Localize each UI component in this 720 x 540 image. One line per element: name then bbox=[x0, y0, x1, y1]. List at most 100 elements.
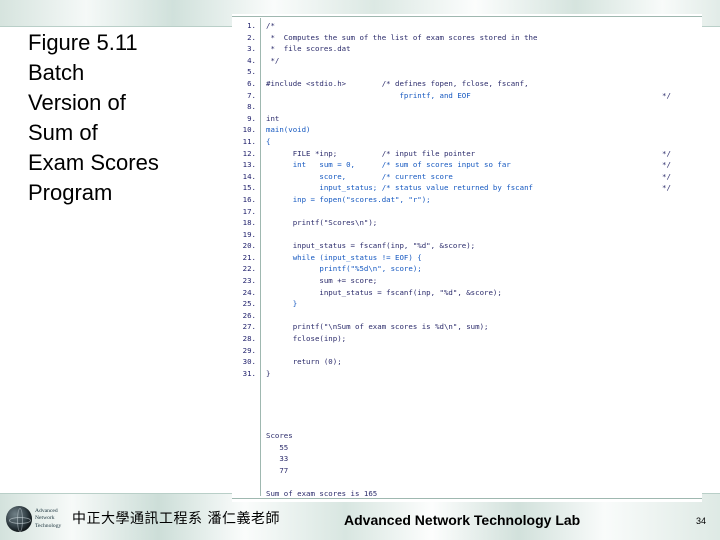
code-line: 17. bbox=[232, 206, 702, 218]
program-output: Scores 55 33 77 Sum of exam scores is 16… bbox=[266, 431, 378, 498]
code-listing: 1. /* 2. * Computes the sum of the list of… bbox=[232, 20, 702, 379]
code-comment-terminator: */ bbox=[662, 171, 671, 181]
line-number: 15. bbox=[242, 183, 256, 193]
line-number: 27. bbox=[242, 322, 256, 332]
code-comment-terminator: */ bbox=[662, 160, 671, 170]
globe-icon bbox=[6, 506, 32, 532]
code-line: 24. input_status = fscanf(inp, "%d", &sc… bbox=[232, 287, 702, 299]
line-number: 13. bbox=[242, 160, 256, 170]
code-text: fclose(inp); bbox=[266, 334, 347, 344]
code-text: fprintf, and EOF bbox=[266, 90, 471, 100]
code-text: int bbox=[266, 113, 280, 123]
line-number: 25. bbox=[242, 299, 256, 309]
footer-chinese-text: 中正大學通訊工程系 潘仁義老師 bbox=[72, 511, 280, 527]
code-line: 12. FILE *inp; /* input file pointer */ bbox=[232, 148, 702, 160]
code-text: } bbox=[266, 299, 298, 309]
code-line: 8. bbox=[232, 101, 702, 113]
line-number: 10. bbox=[242, 125, 256, 135]
code-text: score, /* current score bbox=[266, 171, 453, 181]
code-comment-terminator: */ bbox=[662, 183, 671, 193]
code-comment-terminator: */ bbox=[662, 90, 671, 100]
code-text: while (input_status != EOF) { bbox=[266, 252, 422, 262]
page-title: Figure 5.11 Batch Version of Sum of Exam… bbox=[28, 30, 159, 205]
line-number: 6. bbox=[247, 78, 256, 88]
code-figure: 1. /* 2. * Computes the sum of the list of… bbox=[232, 14, 702, 502]
code-line: 1. /* bbox=[232, 20, 702, 32]
line-number: 18. bbox=[242, 218, 256, 228]
code-line: 28. fclose(inp); bbox=[232, 333, 702, 345]
line-number: 2. bbox=[247, 32, 256, 42]
code-text: * file scores.dat bbox=[266, 44, 351, 54]
line-number: 31. bbox=[242, 368, 256, 378]
line-number: 19. bbox=[242, 229, 256, 239]
code-text: main(void) bbox=[266, 125, 311, 135]
lab-logo: Advanced Network Technology bbox=[6, 504, 72, 534]
code-line: 21. while (input_status != EOF) { bbox=[232, 252, 702, 264]
code-line: 10. main(void) bbox=[232, 124, 702, 136]
line-number: 1. bbox=[247, 21, 256, 30]
line-number: 21. bbox=[242, 252, 256, 262]
code-text: inp = fopen("scores.dat", "r"); bbox=[266, 194, 431, 204]
code-line: 5. bbox=[232, 66, 702, 78]
code-text: } bbox=[266, 368, 271, 378]
line-number: 28. bbox=[242, 334, 256, 344]
logo-label: Advanced Network Technology bbox=[35, 508, 62, 529]
code-line: 23. sum += score; bbox=[232, 275, 702, 287]
line-number: 23. bbox=[242, 276, 256, 286]
code-line: 25. } bbox=[232, 298, 702, 310]
code-line: 2. * Computes the sum of the list of exa… bbox=[232, 32, 702, 44]
line-number: 12. bbox=[242, 148, 256, 158]
line-number: 5. bbox=[247, 67, 256, 77]
code-text: input_status = fscanf(inp, "%d", &score)… bbox=[266, 287, 502, 297]
line-number: 3. bbox=[247, 44, 256, 54]
line-number: 4. bbox=[247, 55, 256, 65]
code-line: 20. input_status = fscanf(inp, "%d", &sc… bbox=[232, 240, 702, 252]
code-text: return (0); bbox=[266, 357, 342, 367]
line-number: 29. bbox=[242, 345, 256, 355]
code-line: 11. { bbox=[232, 136, 702, 148]
code-line: 13. int sum = 0, /* sum of scores input … bbox=[232, 159, 702, 171]
line-number: 14. bbox=[242, 171, 256, 181]
code-line: 27. printf("\nSum of exam scores is %d\n… bbox=[232, 321, 702, 333]
line-number: 20. bbox=[242, 241, 256, 251]
line-number: 17. bbox=[242, 206, 256, 216]
code-text: input_status; /* status value returned b… bbox=[266, 183, 533, 193]
code-line: 7. fprintf, and EOF */ bbox=[232, 90, 702, 102]
line-number: 22. bbox=[242, 264, 256, 274]
code-line: 18. printf("Scores\n"); bbox=[232, 217, 702, 229]
code-text: printf("Scores\n"); bbox=[266, 218, 378, 228]
code-line: 29. bbox=[232, 345, 702, 357]
code-line: 22. printf("%5d\n", score); bbox=[232, 263, 702, 275]
code-line: 26. bbox=[232, 310, 702, 322]
code-text: int sum = 0, /* sum of scores input so f… bbox=[266, 160, 511, 170]
line-number: 26. bbox=[242, 310, 256, 320]
code-text: FILE *inp; /* input file pointer bbox=[266, 148, 476, 158]
code-line: 9. int bbox=[232, 113, 702, 125]
code-line: 3. * file scores.dat bbox=[232, 43, 702, 55]
figure-top-rule bbox=[232, 16, 702, 17]
code-text: sum += score; bbox=[266, 276, 378, 286]
code-line: 31.} bbox=[232, 368, 702, 380]
line-number: 24. bbox=[242, 287, 256, 297]
page-number: 34 bbox=[695, 516, 706, 526]
code-comment-terminator: */ bbox=[662, 148, 671, 158]
line-number: 11. bbox=[242, 136, 256, 146]
code-text: * Computes the sum of the list of exam s… bbox=[266, 32, 538, 42]
code-line: 30. return (0); bbox=[232, 356, 702, 368]
code-text: */ bbox=[266, 55, 280, 65]
code-line: 19. bbox=[232, 229, 702, 241]
code-line: 14. score, /* current score */ bbox=[232, 171, 702, 183]
line-number: 8. bbox=[247, 102, 256, 112]
line-number: 16. bbox=[242, 194, 256, 204]
line-number: 30. bbox=[242, 357, 256, 367]
code-text: input_status = fscanf(inp, "%d", &score)… bbox=[266, 241, 476, 251]
line-number: 7. bbox=[247, 90, 256, 100]
code-line: 4. */ bbox=[232, 55, 702, 67]
footer-english-text: Advanced Network Technology Lab bbox=[344, 512, 581, 528]
code-text: #include <stdio.h> /* defines fopen, fcl… bbox=[266, 78, 529, 88]
code-text: printf("%5d\n", score); bbox=[266, 264, 422, 274]
code-text: printf("\nSum of exam scores is %d\n", s… bbox=[266, 322, 489, 332]
line-number: 9. bbox=[247, 113, 256, 123]
code-text: /* bbox=[266, 21, 275, 30]
code-line: 16. inp = fopen("scores.dat", "r"); bbox=[232, 194, 702, 206]
